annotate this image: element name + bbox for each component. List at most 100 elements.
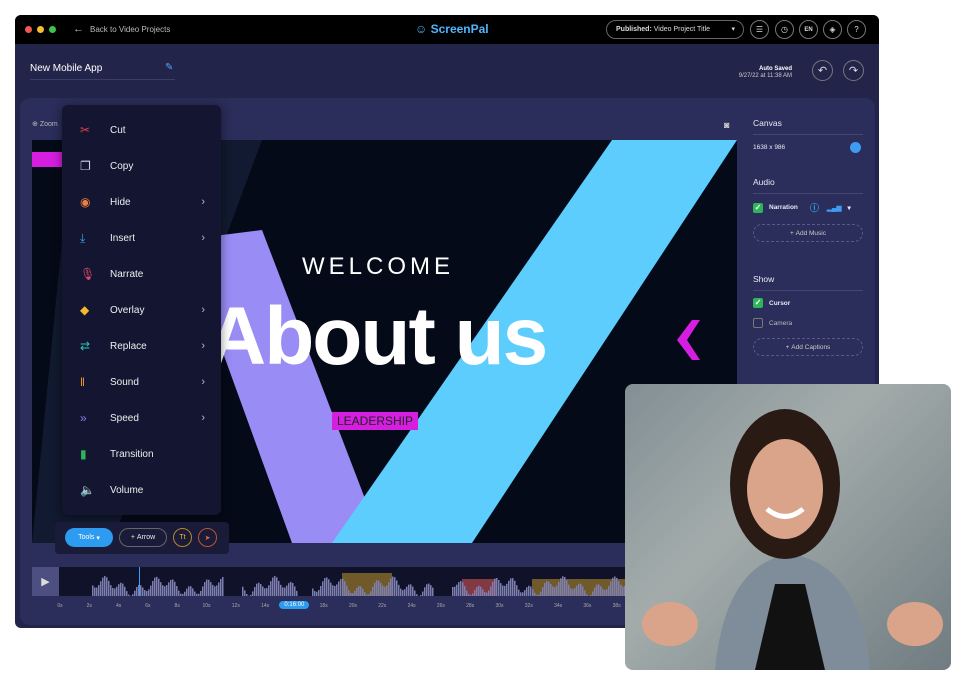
cursor-pointer-icon[interactable]: ➤ [198,528,217,547]
waveform-bar [94,587,96,596]
back-link[interactable]: ← Back to Video Projects [73,23,170,35]
close-window-button[interactable] [25,26,32,33]
waveform-bar [456,584,458,596]
waveform-bar [292,582,294,596]
menu-item-volume[interactable]: 🔈 Volume [80,480,205,500]
timeline-tick: 2s [86,603,92,609]
cursor-row[interactable]: ✓ Cursor [753,298,863,308]
waveform-bar [202,586,204,596]
waveform-bar [542,587,544,596]
undo-button[interactable]: ↶ [812,60,833,81]
menu-item-cut[interactable]: ✂ Cut [80,120,205,140]
help-icon[interactable]: ? [847,20,866,39]
tools-dropdown[interactable]: Tools ▾ [65,528,113,547]
menu-item-narrate[interactable]: 🎙 Narrate [80,264,205,284]
timeline-track[interactable]: ▶ [32,567,625,596]
waveform-bar [112,587,114,596]
waveform-bar [322,581,324,596]
waveform-bar [96,587,98,596]
show-heading: Show [753,274,863,291]
chevron-right-icon: › [201,412,205,424]
waveform-bar [352,593,354,596]
menu-item-sound[interactable]: ‖ Sound › [80,372,205,392]
caret-down-icon[interactable]: ▾ [848,204,851,212]
cursor-checkbox[interactable]: ✓ [753,298,763,308]
waveform-bar [496,578,498,596]
minimize-window-button[interactable] [37,26,44,33]
language-button[interactable]: EN [799,20,818,39]
waveform-bar [422,591,424,596]
narration-checkbox[interactable]: ✓ [753,202,763,213]
waveform-bar [216,585,218,596]
waveform-bar [510,578,512,596]
waveform-bar [154,577,156,596]
waveform-bar [506,583,508,596]
add-arrow-button[interactable]: + Arrow [119,528,167,547]
waveform-bar [530,586,532,596]
waveform-bar [92,585,94,596]
layers-icon[interactable]: ◈ [823,20,842,39]
chevron-right-icon: › [201,376,205,388]
waveform-bar [342,578,344,596]
waveform-bar [602,588,604,596]
narration-row[interactable]: ✓ Narration ⓘ ▂▄▆ ▾ [753,201,863,214]
add-music-button[interactable]: + Add Music [753,224,863,242]
history-icon[interactable]: ◷ [775,20,794,39]
waveform-bar [120,582,122,596]
waveform-bar [410,584,412,596]
waveform-bar [262,586,264,596]
waveform-bar [316,591,318,596]
waveform-bar [600,586,602,596]
menu-item-overlay[interactable]: ◆ Overlay › [80,300,205,320]
waveform-bar [182,593,184,596]
waveform-bar [388,582,390,596]
camera-row[interactable]: Camera [753,318,863,328]
text-style-icon[interactable]: Tt [173,528,192,547]
waveform-bar [478,585,480,596]
screenpal-logo: ☺ ScreenPal [415,22,489,36]
waveform-bar [290,581,292,596]
waveform-bar [426,584,428,596]
playhead[interactable] [139,567,140,596]
waveform-bar [420,594,422,596]
waveform-bar [428,583,430,596]
volume-level-icon[interactable]: ▂▄▆ [827,204,842,212]
waveform-bar [614,576,616,596]
waveform-bar [566,580,568,596]
waveform-bar [372,586,374,596]
published-dropdown[interactable]: Published: Video Project Title ▾ [606,20,744,39]
waveform-bar [188,586,190,596]
audio-waveform [92,573,625,596]
edit-icon[interactable]: ✎ [165,62,173,73]
waveform-bar [214,586,216,596]
menu-item-replace[interactable]: ⇄ Replace › [80,336,205,356]
add-captions-button[interactable]: + Add Captions [753,338,863,356]
headline-text: About us [207,291,548,382]
waveform-bar [186,588,188,596]
menu-item-insert[interactable]: ⤓ Insert › [80,228,205,248]
checklist-icon[interactable]: ☰ [750,20,769,39]
project-title[interactable]: New Mobile App [30,63,175,80]
canvas-color-swatch[interactable] [850,142,861,153]
info-icon[interactable]: ⓘ [810,201,819,214]
timeline-tick: 12s [231,603,240,609]
eye-slash-icon: ◉ [80,195,91,209]
menu-item-copy[interactable]: ❐ Copy [80,156,205,176]
timeline-tick: 32s [524,603,533,609]
menu-item-speed[interactable]: » Speed › [80,408,205,428]
waveform-bar [320,585,322,596]
waveform-bar [128,594,130,596]
waveform-bar [356,588,358,596]
menu-item-hide[interactable]: ◉ Hide › [80,192,205,212]
menu-item-transition[interactable]: ▮ Transition [80,444,205,464]
maximize-window-button[interactable] [49,26,56,33]
redo-button[interactable]: ↷ [843,60,864,81]
waveform-bar [368,594,370,596]
zoom-control[interactable]: ⊕ Zoom [32,120,58,128]
waveform-bar [550,584,552,596]
camera-checkbox[interactable] [753,318,763,328]
camera-snapshot-icon[interactable]: ◙ [724,120,729,130]
waveform-bar [398,584,400,596]
waveform-bar [572,589,574,596]
canvas-size-select[interactable]: 1638 x 986 [753,142,863,153]
